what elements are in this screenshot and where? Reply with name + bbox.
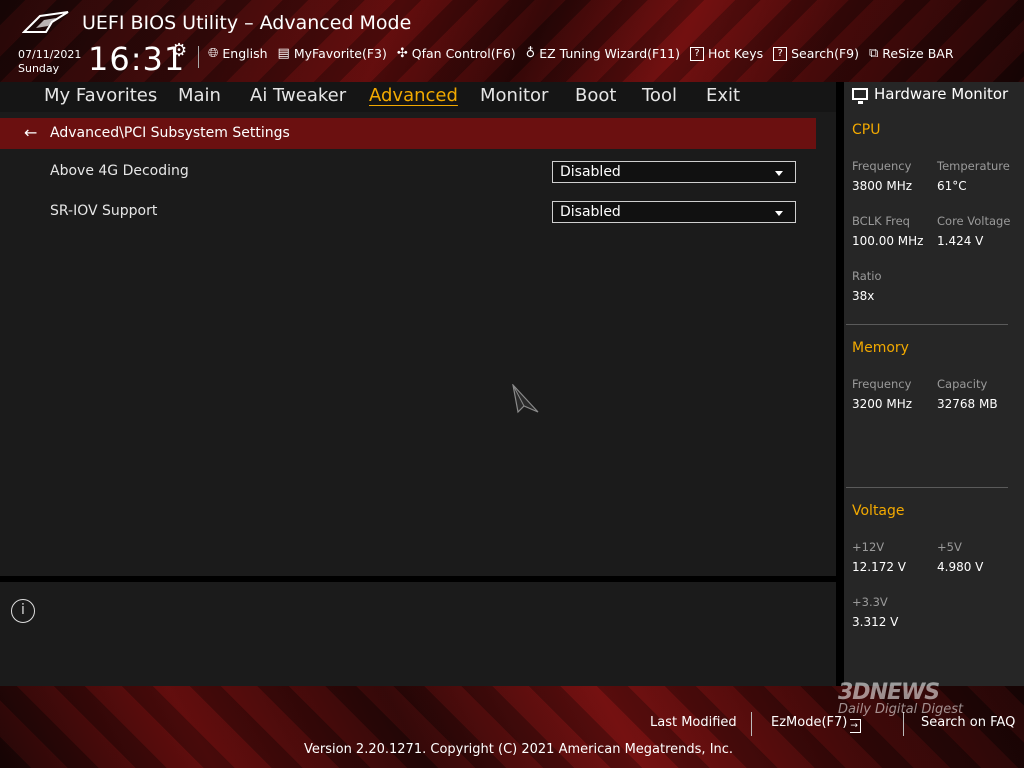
ez-tuning-wizard-button[interactable]: ♁ EZ Tuning Wizard(F11)	[526, 46, 680, 61]
cpu-frequency-label: Frequency	[852, 159, 912, 173]
myfavorite-label: MyFavorite(F3)	[293, 46, 387, 61]
tab-main[interactable]: Main	[178, 85, 221, 106]
v12-label: +12V	[852, 540, 885, 554]
rog-logo-icon	[22, 11, 69, 33]
breadcrumb: ← Advanced\PCI Subsystem Settings	[0, 118, 816, 149]
hardware-monitor-label: Hardware Monitor	[874, 85, 1009, 103]
hot-keys-button[interactable]: ? Hot Keys	[690, 46, 763, 61]
setting-label-sr-iov-support: SR-IOV Support	[50, 203, 158, 219]
bulb-icon: ♁	[525, 46, 536, 61]
watermark-subtitle: Daily Digital Digest	[838, 702, 964, 717]
memory-frequency-value: 3200 MHz	[852, 397, 913, 411]
resize-bar-button[interactable]: ⧉ ReSize BAR	[869, 46, 954, 61]
hardware-monitor-title: Hardware Monitor	[852, 85, 1009, 104]
memory-section-title: Memory	[852, 340, 909, 356]
chevron-down-icon	[775, 171, 783, 176]
help-box-icon: ?	[690, 46, 705, 61]
watermark-logo: 3DNEWS Daily Digital Digest	[838, 668, 963, 717]
search-label: Search(F9)	[791, 46, 859, 61]
last-modified-button[interactable]: Last Modified	[650, 715, 737, 730]
help-info-panel	[0, 582, 836, 686]
hot-keys-label: Hot Keys	[708, 46, 764, 61]
sr-iov-support-select[interactable]: Disabled	[552, 201, 796, 223]
select-value: Disabled	[560, 204, 621, 220]
sidebar-divider	[836, 82, 844, 686]
voltage-section-title: Voltage	[852, 503, 905, 519]
mouse-cursor-icon	[512, 384, 539, 414]
tab-monitor[interactable]: Monitor	[480, 85, 548, 106]
search-button[interactable]: ? Search(F9)	[773, 46, 859, 61]
footer-divider	[751, 712, 752, 736]
header-divider	[198, 46, 199, 68]
chevron-down-icon	[775, 211, 783, 216]
ezmode-label: EzMode(F7)	[771, 715, 848, 730]
core-voltage-label: Core Voltage	[937, 214, 1011, 228]
copyright-text: Version 2.20.1271. Copyright (C) 2021 Am…	[304, 742, 734, 757]
search-on-faq-button[interactable]: Search on FAQ	[921, 715, 1015, 730]
v33-value: 3.312 V	[852, 615, 899, 629]
date-text: 07/11/2021	[18, 48, 82, 61]
v5-value: 4.980 V	[937, 560, 984, 574]
main-tabs: My Favorites Main Ai Tweaker Advanced Mo…	[0, 82, 838, 112]
memory-capacity-value: 32768 MB	[937, 397, 998, 411]
back-arrow-icon[interactable]: ←	[24, 123, 37, 142]
toolbar: 🌐︎ English ▤ MyFavorite(F3) ✣ Qfan Contr…	[208, 46, 954, 61]
fan-icon: ✣	[396, 46, 408, 61]
help-box-icon: ?	[773, 46, 788, 61]
bclk-freq-value: 100.00 MHz	[852, 234, 924, 248]
language-label: English	[222, 46, 268, 61]
above-4g-decoding-select[interactable]: Disabled	[552, 161, 796, 183]
ezmode-button[interactable]: EzMode(F7) →	[771, 715, 862, 733]
setting-label-above-4g-decoding: Above 4G Decoding	[50, 163, 189, 179]
info-icon: i	[11, 599, 35, 623]
cpu-frequency-value: 3800 MHz	[852, 179, 913, 193]
hw-divider	[846, 324, 1008, 325]
core-voltage-value: 1.424 V	[937, 234, 984, 248]
page-title: UEFI BIOS Utility – Advanced Mode	[82, 12, 412, 34]
resize-bar-icon: ⧉	[868, 46, 879, 61]
bclk-freq-label: BCLK Freq	[852, 214, 910, 228]
day-text: Sunday	[18, 62, 60, 75]
select-value: Disabled	[560, 164, 621, 180]
qfan-label: Qfan Control(F6)	[411, 46, 516, 61]
cpu-section-title: CPU	[852, 122, 881, 138]
date-display: 07/11/2021 Sunday	[18, 48, 81, 76]
tab-ai-tweaker[interactable]: Ai Tweaker	[250, 85, 346, 106]
tab-my-favorites[interactable]: My Favorites	[44, 85, 157, 106]
exit-icon: →	[850, 719, 862, 733]
ez-tuning-label: EZ Tuning Wizard(F11)	[539, 46, 681, 61]
cpu-temperature-value: 61°C	[937, 179, 967, 193]
v12-value: 12.172 V	[852, 560, 907, 574]
ratio-value: 38x	[852, 289, 875, 303]
globe-icon: 🌐︎	[208, 46, 219, 61]
memory-frequency-label: Frequency	[852, 377, 912, 391]
v33-label: +3.3V	[852, 595, 888, 609]
favorite-list-icon: ▤	[277, 46, 290, 61]
cpu-temperature-label: Temperature	[937, 159, 1010, 173]
monitor-icon	[852, 88, 868, 104]
tab-advanced[interactable]: Advanced	[369, 85, 458, 106]
hw-divider	[846, 487, 1008, 488]
v5-label: +5V	[937, 540, 962, 554]
language-button[interactable]: 🌐︎ English	[208, 46, 268, 61]
qfan-control-button[interactable]: ✣ Qfan Control(F6)	[397, 46, 516, 61]
gear-icon[interactable]: ⚙	[171, 40, 187, 61]
myfavorite-button[interactable]: ▤ MyFavorite(F3)	[278, 46, 387, 61]
memory-capacity-label: Capacity	[937, 377, 988, 391]
tab-tool[interactable]: Tool	[642, 85, 677, 106]
resize-bar-label: ReSize BAR	[882, 46, 954, 61]
tab-boot[interactable]: Boot	[575, 85, 616, 106]
tab-exit[interactable]: Exit	[706, 85, 740, 106]
breadcrumb-text: Advanced\PCI Subsystem Settings	[50, 125, 290, 141]
ratio-label: Ratio	[852, 269, 882, 283]
